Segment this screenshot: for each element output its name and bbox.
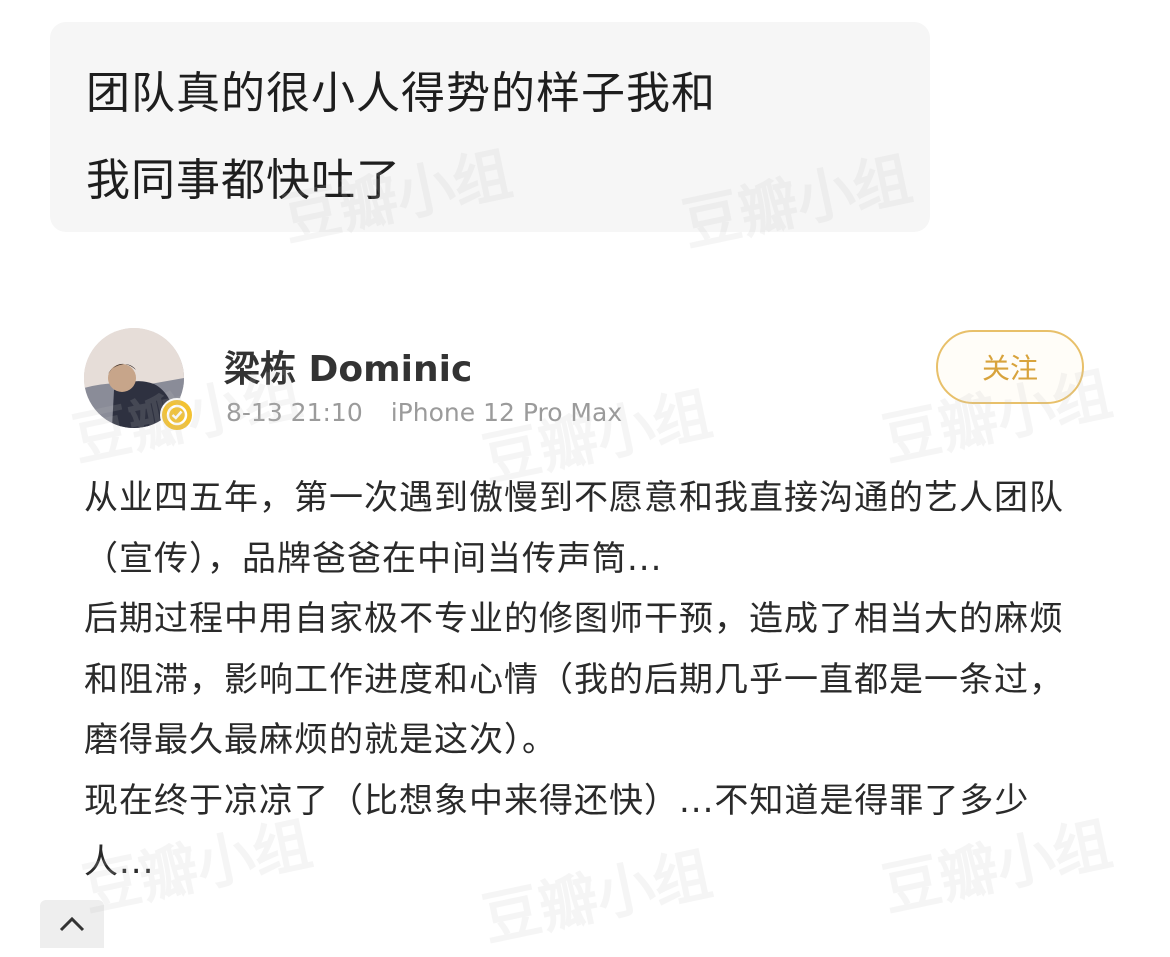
post-paragraph: 后期过程中用自家极不专业的修图师干预，造成了相当大的麻烦和阻滞，影响工作进度和心… [84,599,1064,761]
post-paragraph: 从业四五年，第一次遇到傲慢到不愿意和我直接沟通的艺人团队（宣传），品牌爸爸在中间… [84,478,1064,579]
post-date: 8-13 21:10 [226,398,363,427]
question-line: 我同事都快吐了 [86,155,401,206]
question-line: 团队真的很小人得势的样子我和 [86,68,716,119]
follow-button[interactable]: 关注 [936,330,1084,404]
question-text: 团队真的很小人得势的样子我和 我同事都快吐了 [86,50,906,224]
post-device: iPhone 12 Pro Max [390,398,623,427]
post-meta: 8-13 21:10 iPhone 12 Pro Max [226,398,622,427]
scroll-up-button[interactable] [40,900,104,948]
post-body: 从业四五年，第一次遇到傲慢到不愿意和我直接沟通的艺人团队（宣传），品牌爸爸在中间… [84,468,1084,892]
author-name[interactable]: 梁栋 Dominic [224,340,472,392]
verified-badge-icon [160,398,194,432]
chevron-up-icon [59,916,85,932]
post-paragraph: 现在终于凉凉了（比想象中来得还快）...不知道是得罪了多少人... [84,780,1030,882]
